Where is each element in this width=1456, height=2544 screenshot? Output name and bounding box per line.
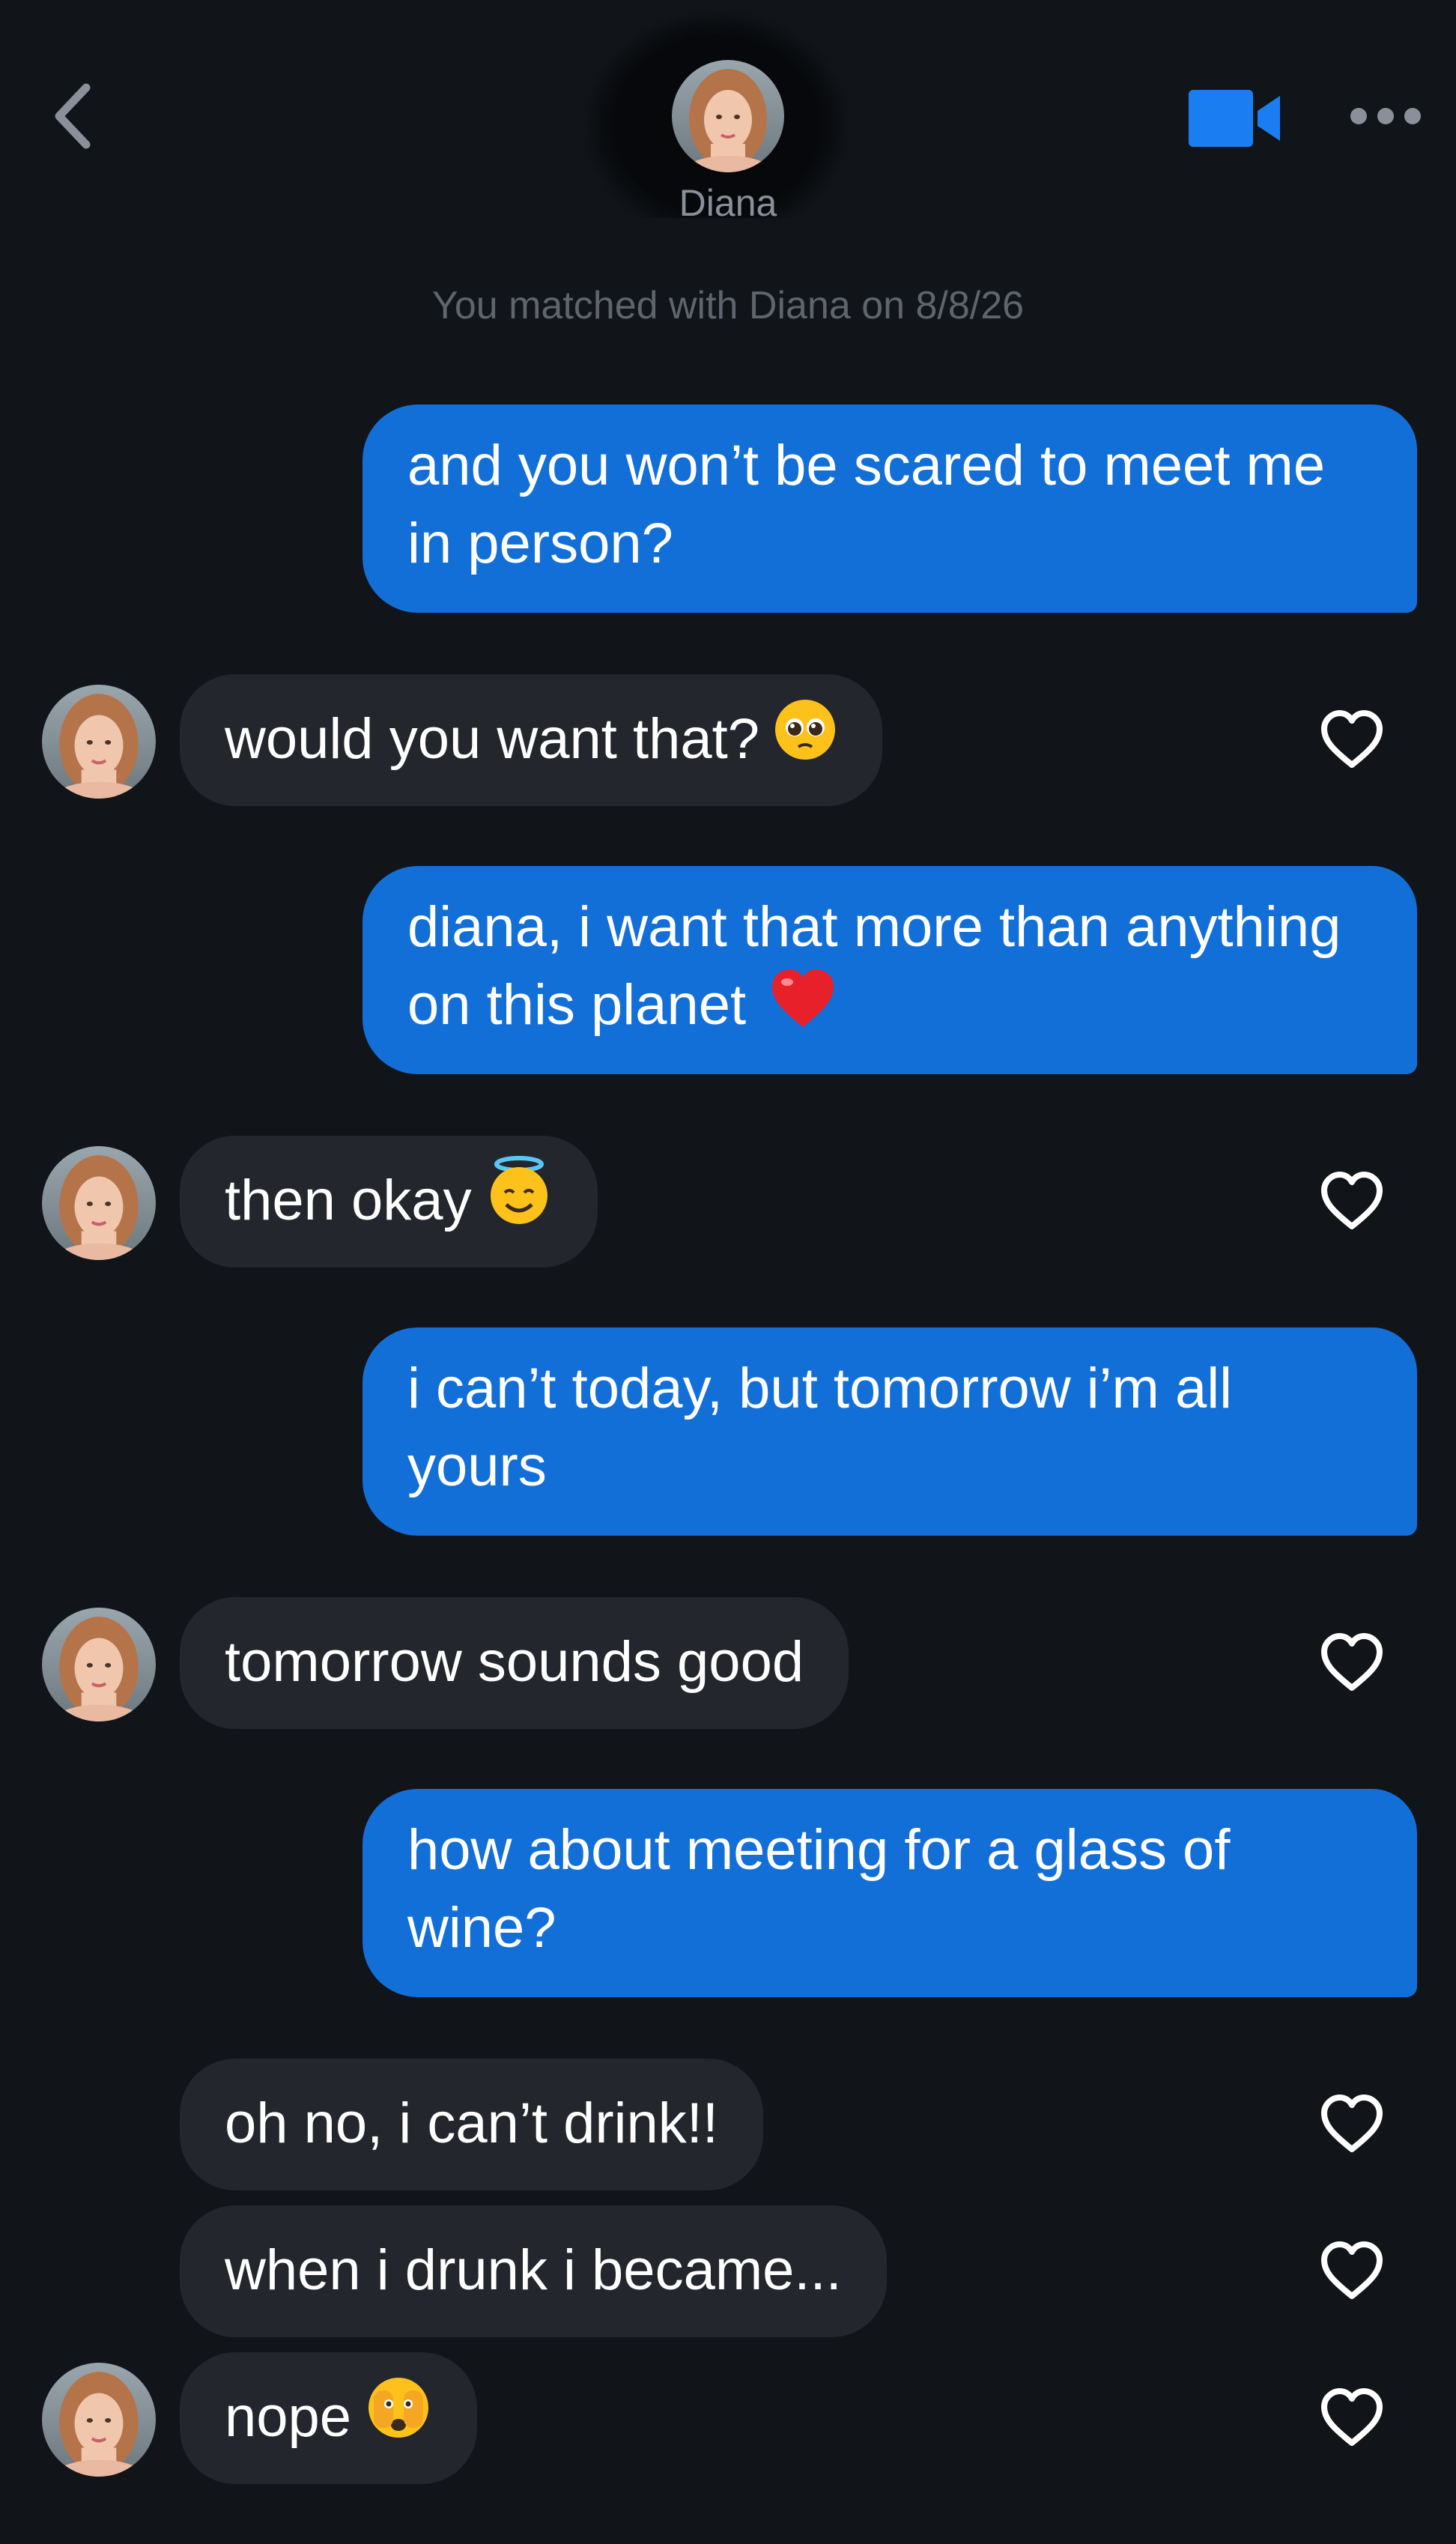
message-bubble-incoming[interactable]: oh no, i can’t drink!!: [180, 2059, 764, 2190]
contact-name[interactable]: Diana: [578, 181, 878, 225]
chevron-left-icon: [55, 83, 91, 149]
heart-icon: [1318, 2384, 1386, 2452]
heart-icon: [1318, 2238, 1386, 2305]
message-bubble-incoming[interactable]: would you want that?: [180, 674, 883, 806]
avatar[interactable]: [42, 2363, 156, 2477]
message-text: diana, i want that more than anything on…: [407, 895, 1341, 1037]
message-bubble-incoming[interactable]: tomorrow sounds good: [180, 1597, 849, 1729]
avatar[interactable]: [42, 1146, 156, 1260]
smiling-face-with-halo-icon: [485, 1155, 553, 1247]
like-button[interactable]: [1318, 1168, 1386, 1235]
heart-icon: [1318, 706, 1386, 774]
match-notice: You matched with Diana on 8/8/26: [431, 284, 1025, 327]
message-bubble-outgoing[interactable]: i can’t today, but tomorrow i’m all your…: [363, 1327, 1417, 1536]
message-text: and you won’t be scared to meet me in pe…: [407, 434, 1326, 575]
like-button[interactable]: [1318, 1629, 1386, 1697]
video-camera-icon: [1189, 90, 1280, 147]
like-button[interactable]: [1318, 2091, 1386, 2158]
message-bubble-incoming[interactable]: nope: [180, 2352, 478, 2484]
more-options-button[interactable]: [1348, 97, 1423, 135]
heart-icon: [1318, 2091, 1386, 2158]
message-text: nope: [225, 2385, 352, 2449]
message-text: i can’t today, but tomorrow i’m all your…: [407, 1357, 1232, 1498]
message-bubble-outgoing[interactable]: and you won’t be scared to meet me in pe…: [363, 405, 1417, 613]
message-bubble-incoming[interactable]: when i drunk i became...: [180, 2205, 887, 2337]
back-button[interactable]: [39, 75, 106, 157]
like-button[interactable]: [1318, 2384, 1386, 2452]
message-text: would you want that?: [225, 707, 760, 771]
more-horizontal-icon: [1350, 108, 1421, 124]
avatar[interactable]: [42, 685, 156, 799]
contact-avatar[interactable]: [672, 60, 784, 172]
message-bubble-outgoing[interactable]: how about meeting for a glass of wine?: [363, 1789, 1417, 1997]
chat-header: Diana: [0, 0, 1456, 247]
message-text: tomorrow sounds good: [225, 1630, 804, 1694]
heart-icon: [1318, 1629, 1386, 1697]
message-text: oh no, i can’t drink!!: [225, 2092, 719, 2155]
heart-icon: [1318, 1168, 1386, 1235]
like-button[interactable]: [1318, 2238, 1386, 2305]
message-text: when i drunk i became...: [225, 2238, 842, 2302]
message-bubble-outgoing[interactable]: diana, i want that more than anything on…: [363, 866, 1417, 1074]
message-text: then okay: [225, 1169, 472, 1232]
message-text: how about meeting for a glass of wine?: [407, 1818, 1231, 1960]
like-button[interactable]: [1318, 706, 1386, 774]
message-bubble-incoming[interactable]: then okay: [180, 1136, 598, 1268]
avatar[interactable]: [42, 1608, 156, 1721]
face-with-peeking-eye-icon: [365, 2374, 432, 2462]
pleading-face-icon: [773, 697, 837, 782]
video-call-button[interactable]: [1187, 88, 1284, 148]
red-heart-icon: [769, 967, 837, 1050]
